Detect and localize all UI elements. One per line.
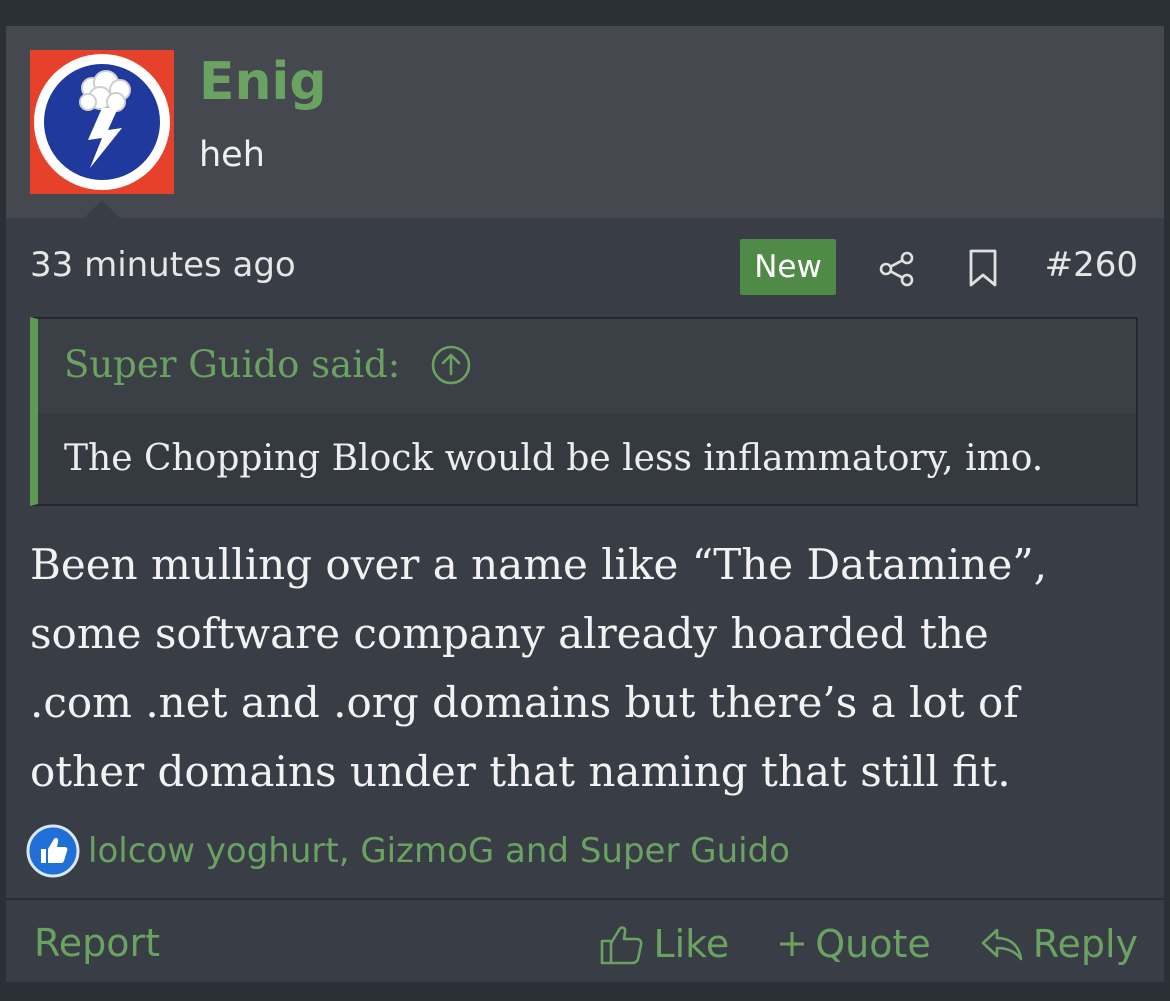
quote-button[interactable]: Quote	[777, 922, 931, 966]
plus-icon	[780, 932, 805, 956]
avatar-image	[34, 54, 170, 190]
post-number-link[interactable]: #260	[1045, 248, 1138, 282]
quote-header: Super Guido said:	[38, 319, 1136, 413]
avatar[interactable]	[30, 50, 174, 194]
like-button[interactable]: Like	[599, 922, 729, 966]
post-actions: Like Quote Reply	[551, 920, 1138, 968]
reactions-users-link[interactable]: lolcow yoghurt, GizmoG and Super Guido	[88, 831, 790, 871]
post-body-line: some software company already hoarded th…	[30, 609, 989, 658]
post-timestamp[interactable]: 33 minutes ago	[30, 248, 296, 282]
reactions-bar: lolcow yoghurt, GizmoG and Super Guido	[26, 824, 790, 878]
quote-block: Super Guido said: The Chopping Block wou…	[30, 317, 1138, 506]
post-body-line: Been mulling over a name like “The Datam…	[30, 540, 1048, 589]
quote-text: The Chopping Block would be less inflamm…	[64, 438, 1044, 479]
bookmark-icon[interactable]	[965, 248, 1001, 288]
forum-post: Enig heh 33 minutes ago New #260 Super G…	[6, 26, 1164, 982]
like-reaction-icon	[26, 824, 80, 878]
quote-label: Quote	[815, 922, 931, 966]
arrow-up-circle-icon[interactable]	[430, 344, 472, 386]
share-icon[interactable]	[878, 250, 916, 288]
quote-author-link[interactable]: Super Guido said:	[64, 343, 400, 387]
footer-divider	[6, 898, 1164, 900]
thumbs-up-icon	[601, 926, 643, 965]
post-body-line: other domains under that naming that sti…	[30, 747, 1011, 796]
reply-icon	[981, 928, 1023, 961]
username[interactable]: Enig	[199, 56, 327, 108]
header-pointer	[84, 200, 120, 218]
user-header: Enig heh	[6, 26, 1164, 218]
user-title: heh	[199, 135, 265, 175]
reply-button[interactable]: Reply	[979, 922, 1138, 966]
post-body-line: .com .net and .org domains but there’s a…	[30, 678, 1019, 727]
reply-label: Reply	[1032, 922, 1138, 966]
new-badge: New	[740, 239, 836, 295]
like-label: Like	[653, 922, 730, 966]
post-body: Been mulling over a name like “The Datam…	[30, 530, 1140, 806]
report-link[interactable]: Report	[34, 924, 160, 962]
